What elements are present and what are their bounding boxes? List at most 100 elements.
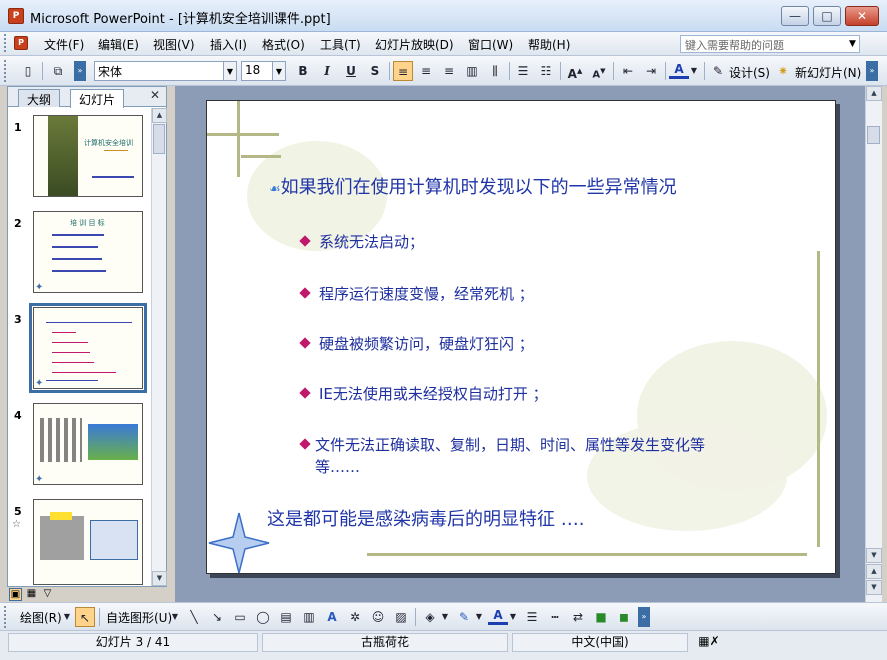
bullet-item-continuation[interactable]: 等…… [315, 456, 360, 477]
toolbar-grip[interactable] [4, 606, 7, 628]
toolbar-overflow-icon[interactable]: » [638, 607, 650, 627]
menu-edit[interactable]: 编辑(E) [98, 36, 139, 53]
autoshapes-button[interactable]: 自选图形(U) [106, 609, 172, 626]
fill-color-icon[interactable]: ◈ [420, 607, 440, 627]
menu-format[interactable]: 格式(O) [262, 36, 305, 53]
font-color-icon[interactable]: A [669, 61, 689, 79]
align-right-icon[interactable]: ≡ [439, 61, 459, 81]
new-document-icon[interactable]: ▯ [18, 61, 38, 81]
next-slide-icon[interactable]: ▼ [866, 580, 882, 595]
draw-menu-button[interactable]: 绘图(R) [20, 609, 62, 626]
vertical-text-box-icon[interactable]: ▥ [299, 607, 319, 627]
scroll-up-icon[interactable]: ▲ [866, 86, 882, 101]
slide-thumbnail-2[interactable]: 培 训 目 标 ✦ [33, 211, 143, 293]
insert-picture-icon[interactable]: ▨ [391, 607, 411, 627]
numbering-icon[interactable]: ☰ [513, 61, 533, 81]
new-slide-icon[interactable]: ✷ [773, 61, 793, 81]
slideshow-view-icon[interactable]: ▽ [41, 588, 54, 601]
bullet-item[interactable]: IE无法使用或未经授权自动打开 ； [299, 383, 548, 404]
spelling-check-icon[interactable]: ▦✗ [692, 633, 726, 652]
toolbar-grip[interactable] [4, 60, 7, 82]
autoshapes-dropdown-icon[interactable]: ▼ [170, 607, 180, 627]
menu-help[interactable]: 帮助(H) [528, 36, 570, 53]
menu-window[interactable]: 窗口(W) [468, 36, 513, 53]
font-name-dropdown-icon[interactable]: ▼ [224, 61, 237, 81]
align-center-icon[interactable]: ≡ [416, 61, 436, 81]
menu-insert[interactable]: 插入(I) [210, 36, 247, 53]
bullet-item[interactable]: 硬盘被频繁访问，硬盘灯狂闪 ； [299, 333, 534, 354]
copy-icon[interactable]: ⧉ [48, 61, 68, 81]
italic-button[interactable]: I [317, 61, 337, 81]
close-button[interactable]: ✕ [845, 6, 879, 26]
scroll-thumb[interactable] [153, 124, 165, 154]
menu-tools[interactable]: 工具(T) [320, 36, 361, 53]
fill-color-dropdown-icon[interactable]: ▼ [440, 607, 450, 627]
wordart-icon[interactable]: A [322, 607, 342, 627]
bullet-item[interactable]: 程序运行速度变慢，经常死机 ； [299, 283, 534, 304]
slide-thumbnail-5[interactable] [33, 499, 143, 585]
text-box-icon[interactable]: ▤ [276, 607, 296, 627]
slide-heading[interactable]: ☙如果我们在使用计算机时发现以下的一些异常情况 [269, 173, 677, 199]
bullets-icon[interactable]: ☷ [536, 61, 556, 81]
font-size-dropdown-icon[interactable]: ▼ [273, 61, 286, 81]
bullet-item[interactable]: 文件无法正确读取、复制，日期、时间、属性等发生变化等 [299, 434, 705, 455]
rectangle-icon[interactable]: ▭ [230, 607, 250, 627]
maximize-button[interactable]: □ [813, 6, 841, 26]
slide-conclusion[interactable]: 这是都可能是感染病毒后的明显特征 …. [267, 505, 584, 531]
oval-icon[interactable]: ◯ [253, 607, 273, 627]
vertical-text-icon[interactable]: ⫼ [485, 61, 505, 81]
clip-art-icon[interactable]: ☺ [368, 607, 388, 627]
select-pointer-icon[interactable]: ↖ [75, 607, 95, 627]
bullet-item[interactable]: 系统无法启动； [299, 231, 424, 252]
arrow-icon[interactable]: ↘ [207, 607, 227, 627]
font-color-dropdown-icon[interactable]: ▼ [689, 61, 699, 81]
design-icon[interactable]: ✎ [708, 61, 728, 81]
toolbar-overflow-icon[interactable]: » [866, 61, 878, 81]
normal-view-icon[interactable]: ▣ [9, 588, 22, 601]
font-color-dropdown-icon[interactable]: ▼ [508, 607, 518, 627]
line-color-dropdown-icon[interactable]: ▼ [474, 607, 484, 627]
menu-slideshow[interactable]: 幻灯片放映(D) [375, 36, 454, 53]
slide-scrollbar[interactable]: ▲ ▼ ▲ ▼ [865, 86, 882, 602]
toolbar-overflow-icon[interactable]: » [74, 61, 86, 81]
dash-style-icon[interactable]: ┅ [545, 607, 565, 627]
line-icon[interactable]: ╲ [184, 607, 204, 627]
distributed-align-icon[interactable]: ▥ [462, 61, 482, 81]
slide-sorter-icon[interactable]: ▦ [25, 588, 38, 601]
powerpoint-app-icon[interactable]: P [8, 8, 24, 24]
slide-thumbnail-3[interactable]: ✦ [29, 303, 147, 393]
design-button[interactable]: 设计(S) [729, 64, 770, 81]
new-slide-button[interactable]: 新幻灯片(N) [795, 64, 861, 81]
scroll-up-icon[interactable]: ▲ [152, 108, 167, 123]
3d-style-icon[interactable]: ◼ [614, 607, 634, 627]
line-color-icon[interactable]: ✎ [454, 607, 474, 627]
menu-grip[interactable] [4, 34, 7, 52]
decrease-font-size-icon[interactable]: A▼ [589, 61, 609, 81]
doc-icon[interactable]: P [14, 36, 28, 50]
font-name-combo[interactable]: 宋体 [94, 61, 224, 81]
shadow-style-icon[interactable]: ■ [591, 607, 611, 627]
tab-outline[interactable]: 大纲 [18, 89, 61, 107]
align-left-icon[interactable]: ≡ [393, 61, 413, 81]
draw-dropdown-icon[interactable]: ▼ [62, 607, 72, 627]
thumbnails-scrollbar[interactable]: ▲ ▼ [151, 108, 167, 586]
minimize-button[interactable]: — [781, 6, 809, 26]
arrow-style-icon[interactable]: ⇄ [568, 607, 588, 627]
scroll-thumb[interactable] [867, 126, 880, 144]
increase-indent-icon[interactable]: ⇥ [641, 61, 661, 81]
close-icon[interactable]: ✕ [150, 88, 160, 102]
scroll-down-icon[interactable]: ▼ [866, 548, 882, 563]
tab-slides[interactable]: 幻灯片 [70, 89, 125, 108]
scroll-down-icon[interactable]: ▼ [152, 571, 167, 586]
slide-thumbnail-1[interactable]: 计算机安全培训 [33, 115, 143, 197]
decrease-indent-icon[interactable]: ⇤ [618, 61, 638, 81]
slide-canvas[interactable]: ☙如果我们在使用计算机时发现以下的一些异常情况 系统无法启动； 程序运行速度变慢… [206, 100, 836, 574]
menu-file[interactable]: 文件(F) [44, 36, 84, 53]
help-search-input[interactable]: 键入需要帮助的问题 [680, 35, 860, 53]
slide-thumbnail-4[interactable]: ✦ [33, 403, 143, 485]
font-color-icon[interactable]: A [488, 607, 508, 625]
increase-font-size-icon[interactable]: A▲ [565, 61, 585, 81]
text-shadow-button[interactable]: S [365, 61, 385, 81]
help-dropdown-icon[interactable]: ▼ [845, 35, 860, 53]
diagram-icon[interactable]: ✲ [345, 607, 365, 627]
